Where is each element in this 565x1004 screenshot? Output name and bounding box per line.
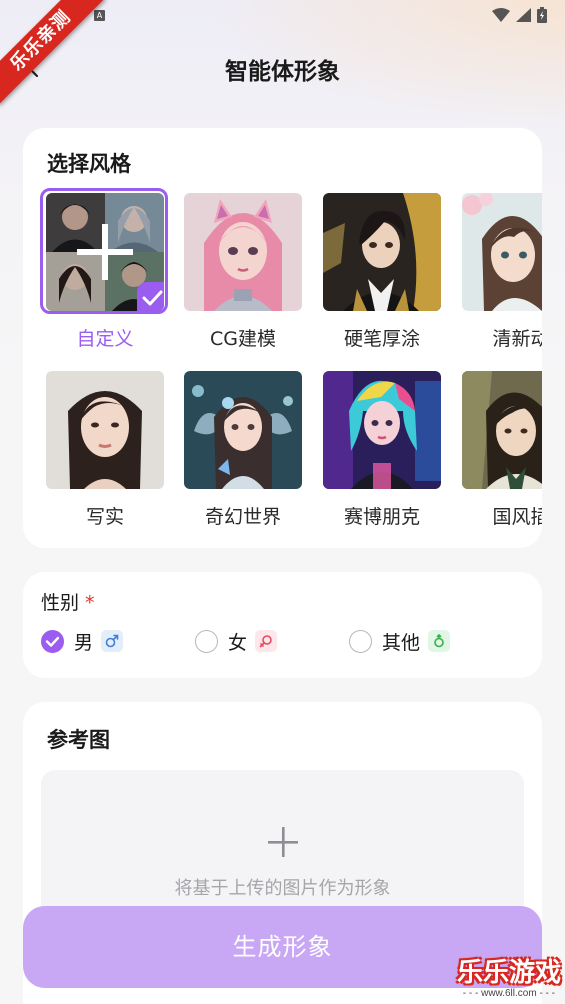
style-card: 选择风格 自定义 CG建模 硬笔厚涂 清新动 写实 奇幻世界 赛博朋克 国风插 (23, 128, 542, 548)
style-label: 奇幻世界 (204, 506, 281, 528)
check-badge (137, 282, 164, 311)
style-thumbnail-fresh-anime (462, 193, 542, 311)
gender-card: 性别 * 男 女 其他 (23, 572, 542, 678)
style-thumbnail-cg (184, 193, 302, 311)
style-option-custom[interactable]: 自定义 (40, 188, 172, 363)
plus-icon (268, 827, 298, 857)
radio-button[interactable] (195, 629, 218, 653)
gender-option-other[interactable]: 其他 (349, 626, 451, 656)
signal-icon (516, 8, 531, 22)
checkmark-icon (142, 290, 163, 306)
style-label: CG建模 (210, 328, 276, 350)
watermark-title: 乐乐游戏 (456, 958, 561, 988)
gender-section-title: 性别 * (41, 588, 95, 615)
style-label: 硬笔厚涂 (343, 328, 420, 350)
style-option-thick-paint[interactable]: 硬笔厚涂 (323, 193, 449, 363)
female-icon (255, 630, 278, 652)
style-label: 自定义 (76, 328, 134, 350)
male-icon (101, 630, 124, 652)
style-option-cg[interactable]: CG建模 (184, 193, 310, 363)
radio-button[interactable] (349, 629, 372, 653)
gender-radio-group: 男 女 其他 (41, 626, 531, 656)
style-thumbnail-custom (46, 193, 164, 311)
radio-button-checked[interactable] (41, 629, 64, 653)
style-label: 写实 (85, 506, 124, 528)
gender-option-female[interactable]: 女 (195, 626, 278, 656)
style-option-fantasy[interactable]: 奇幻世界 (184, 371, 310, 541)
other-gender-icon (428, 630, 451, 652)
style-label: 赛博朋克 (343, 506, 420, 528)
gender-label: 男 (74, 631, 94, 654)
style-section-title: 选择风格 (47, 152, 131, 176)
gender-label: 女 (228, 631, 248, 654)
style-thumbnail-chinese-illustration (462, 371, 542, 489)
style-thumbnail-cyberpunk (323, 371, 441, 489)
style-thumbnail-realistic (46, 371, 164, 489)
plus-icon (77, 224, 133, 280)
style-grid: 自定义 CG建模 硬笔厚涂 清新动 写实 奇幻世界 赛博朋克 国风插 (23, 188, 542, 541)
checkmark-icon (45, 636, 60, 647)
style-thumbnail-fantasy (184, 371, 302, 489)
battery-icon (537, 7, 547, 23)
style-thumbnail-thick-paint (323, 193, 441, 311)
style-option-cyberpunk[interactable]: 赛博朋克 (323, 371, 449, 541)
watermark-url: - - - www.6ll.com - - - (462, 988, 555, 999)
style-option-chinese-illustration[interactable]: 国风插 (462, 371, 542, 541)
gender-label: 其他 (382, 631, 421, 654)
required-mark: * (85, 592, 95, 614)
style-label: 国风插 (492, 506, 542, 528)
wifi-icon (492, 8, 510, 22)
style-label: 清新动 (492, 328, 542, 350)
ribbon-text: 乐乐亲测 (0, 0, 105, 105)
style-option-realistic[interactable]: 写实 (46, 371, 172, 541)
reference-section-title: 参考图 (47, 728, 110, 752)
status-icons (492, 7, 547, 23)
watermark-logo: 乐乐游戏 - - - www.6ll.com - - - (449, 952, 561, 1002)
corner-ribbon: 乐乐亲测 (0, 0, 110, 110)
style-option-fresh-anime[interactable]: 清新动 (462, 193, 542, 363)
gender-title-text: 性别 (41, 592, 80, 614)
upload-hint: 将基于上传的图片作为形象 (174, 878, 391, 899)
gender-option-male[interactable]: 男 (41, 626, 124, 656)
